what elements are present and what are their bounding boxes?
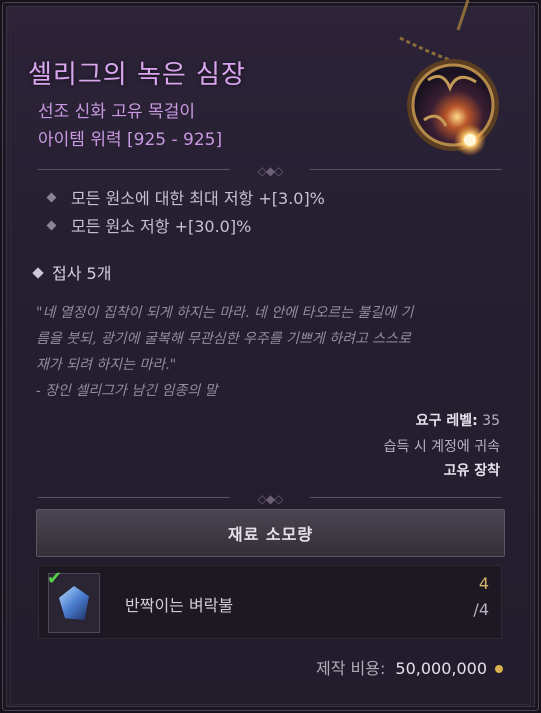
item-type: 선조 신화 고유 목걸이 [38, 102, 195, 122]
unique-equipped: 고유 장착 [443, 463, 500, 479]
material-row[interactable]: ✔ 반짝이는 벼락불 4 /4 [38, 565, 502, 639]
affix-bullet-icon [46, 220, 57, 231]
gold-coin-icon [495, 664, 503, 673]
level-requirement: 요구 레벨: 35 [415, 413, 500, 429]
material-cost-header: 재료 소모량 [36, 509, 505, 557]
material-have-count: 4 [478, 574, 489, 593]
temper-count: 접사 5개 [32, 260, 111, 284]
gem-icon [59, 586, 89, 620]
flavor-author: - 장인 셀리그가 남긴 임종의 말 [36, 383, 218, 399]
check-icon: ✔ [47, 568, 63, 589]
affix-all-resist: 모든 원소 저항 +[30.0]% [46, 213, 251, 237]
affix-bullet-icon [46, 192, 57, 203]
flavor-text: "네 열정이 집착이 되게 하지는 마라. 네 안에 타오르는 불길에 기 름을… [36, 300, 506, 404]
material-need-count: /4 [473, 600, 489, 619]
material-name: 반짝이는 벼락불 [125, 596, 234, 615]
account-bound: 습득 시 계정에 귀속 [383, 439, 500, 455]
section-divider: ◇◆◇ [38, 164, 502, 178]
crafting-cost: 제작 비용: 50,000,000 [316, 655, 503, 679]
temper-bullet-icon [32, 266, 44, 279]
item-name: 셀리그의 녹은 심장 [28, 60, 246, 90]
necklace-pendant-icon [399, 0, 499, 156]
affix-max-resist: 모든 원소에 대한 최대 저항 +[3.0]% [46, 185, 325, 209]
section-divider-bottom: ◇◆◇ [38, 492, 502, 506]
item-power: 아이템 위력 [925 - 925] [38, 130, 223, 150]
material-slot[interactable]: ✔ [47, 568, 100, 633]
